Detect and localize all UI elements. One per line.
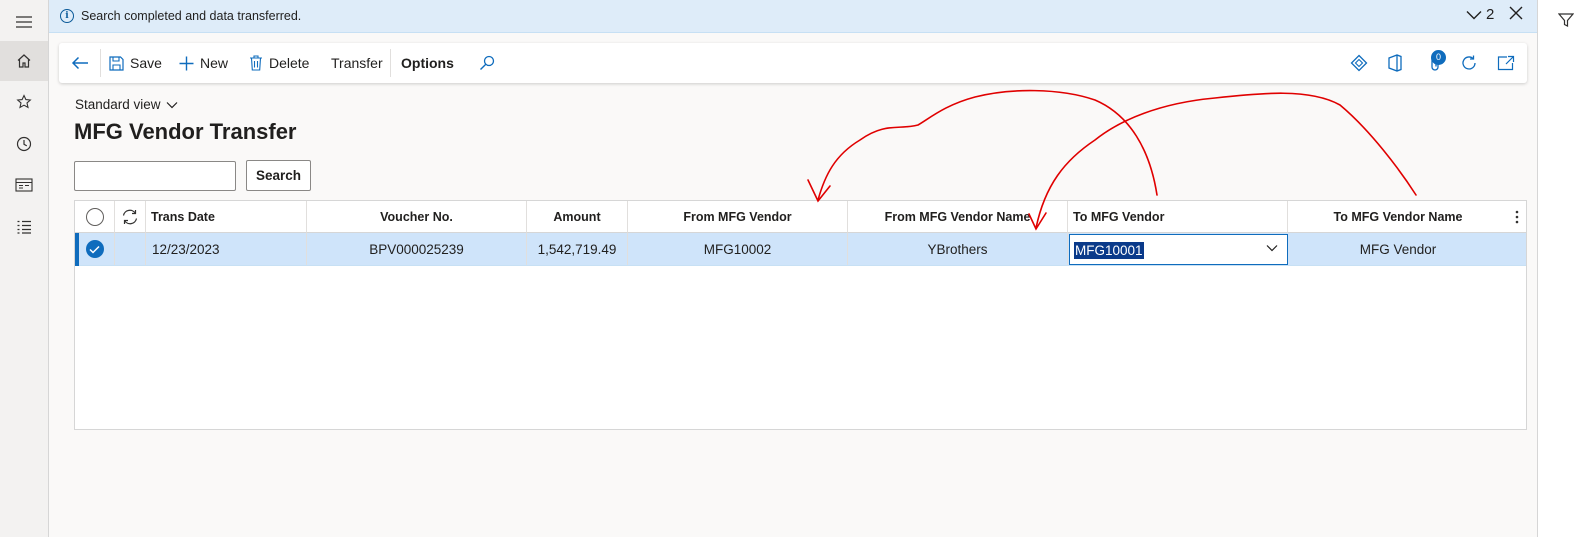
vendor-transfer-grid: Trans Date Voucher No. Amount From MFG V… bbox=[74, 200, 1527, 430]
message-text: Search completed and data transferred. bbox=[81, 9, 302, 23]
right-pane-strip bbox=[1537, 0, 1574, 537]
plus-icon bbox=[179, 56, 194, 70]
info-icon: i bbox=[60, 9, 74, 23]
save-label: Save bbox=[130, 55, 162, 71]
delete-label: Delete bbox=[269, 55, 310, 71]
message-count: 2 bbox=[1486, 6, 1495, 23]
back-arrow-icon bbox=[71, 56, 88, 70]
search-icon bbox=[480, 55, 495, 70]
navigation-rail bbox=[0, 0, 49, 537]
column-header-voucher-no[interactable]: Voucher No. bbox=[307, 201, 527, 233]
cell-trans-date[interactable]: 12/23/2023 bbox=[146, 233, 307, 265]
office-icon[interactable] bbox=[1385, 53, 1405, 73]
transfer-label: Transfer bbox=[331, 55, 383, 71]
attachments-count-badge: 0 bbox=[1431, 50, 1446, 65]
refresh-grid-icon[interactable] bbox=[115, 201, 146, 233]
search-actions-button[interactable] bbox=[479, 43, 495, 83]
modules-list-icon[interactable] bbox=[0, 207, 48, 247]
transfer-button[interactable]: Transfer bbox=[331, 43, 383, 83]
table-row[interactable]: 12/23/2023 BPV000025239 1,542,719.49 MFG… bbox=[75, 233, 1526, 266]
save-button[interactable]: Save bbox=[109, 43, 162, 83]
save-icon bbox=[109, 55, 124, 71]
cell-from-mfg-vendor[interactable]: MFG10002 bbox=[628, 233, 848, 265]
favorites-star-icon[interactable] bbox=[0, 82, 48, 122]
refresh-icon[interactable] bbox=[1459, 53, 1479, 73]
column-header-from-mfg-vendor[interactable]: From MFG Vendor bbox=[628, 201, 848, 233]
new-button[interactable]: New bbox=[179, 43, 228, 83]
filter-icon[interactable] bbox=[1557, 12, 1574, 31]
cell-amount[interactable]: 1,542,719.49 bbox=[527, 233, 628, 265]
view-name: Standard view bbox=[75, 97, 161, 112]
cell-voucher-no[interactable]: BPV000025239 bbox=[307, 233, 527, 265]
chevron-down-icon bbox=[1266, 245, 1278, 252]
column-header-trans-date[interactable]: Trans Date bbox=[146, 201, 307, 233]
delete-button[interactable]: Delete bbox=[249, 43, 309, 83]
trash-icon bbox=[250, 55, 262, 71]
checkmark-icon bbox=[89, 245, 100, 254]
column-header-to-mfg-vendor[interactable]: To MFG Vendor bbox=[1068, 201, 1288, 233]
back-button[interactable] bbox=[71, 43, 89, 83]
more-options-icon[interactable] bbox=[1508, 201, 1526, 233]
to-mfg-vendor-dropdown[interactable]: MFG10001 bbox=[1069, 234, 1288, 265]
workspaces-icon[interactable] bbox=[0, 165, 48, 205]
hamburger-menu-icon[interactable] bbox=[0, 2, 48, 42]
search-button[interactable]: Search bbox=[246, 160, 311, 191]
to-mfg-vendor-selected-text[interactable]: MFG10001 bbox=[1074, 242, 1144, 259]
cell-from-mfg-vendor-name[interactable]: YBrothers bbox=[848, 233, 1068, 265]
home-icon[interactable] bbox=[0, 41, 48, 81]
row-checkbox[interactable] bbox=[75, 233, 115, 265]
page-title: MFG Vendor Transfer bbox=[74, 119, 297, 144]
action-pane: Save New Delete Transfer Options 0 bbox=[59, 43, 1527, 83]
options-label: Options bbox=[401, 55, 454, 71]
chevron-down-icon bbox=[166, 101, 177, 108]
column-header-amount[interactable]: Amount bbox=[527, 201, 628, 233]
message-bar: i Search completed and data transferred.… bbox=[49, 0, 1537, 33]
column-header-from-mfg-vendor-name[interactable]: From MFG Vendor Name bbox=[848, 201, 1068, 233]
message-expand-button[interactable]: 2 bbox=[1466, 6, 1494, 23]
column-header-to-mfg-vendor-name[interactable]: To MFG Vendor Name bbox=[1288, 201, 1508, 233]
search-input[interactable] bbox=[74, 161, 236, 191]
select-all-checkbox[interactable] bbox=[75, 201, 115, 233]
chevron-down-icon bbox=[1466, 10, 1482, 19]
options-tab[interactable]: Options bbox=[401, 43, 454, 83]
cell-to-mfg-vendor-name[interactable]: MFG Vendor bbox=[1288, 233, 1508, 265]
power-apps-diamond-icon[interactable] bbox=[1349, 53, 1369, 73]
new-label: New bbox=[200, 55, 229, 71]
close-icon[interactable] bbox=[1509, 6, 1523, 23]
open-in-new-window-icon[interactable] bbox=[1496, 53, 1516, 73]
view-selector[interactable]: Standard view bbox=[75, 97, 178, 112]
recent-clock-icon[interactable] bbox=[0, 124, 48, 164]
